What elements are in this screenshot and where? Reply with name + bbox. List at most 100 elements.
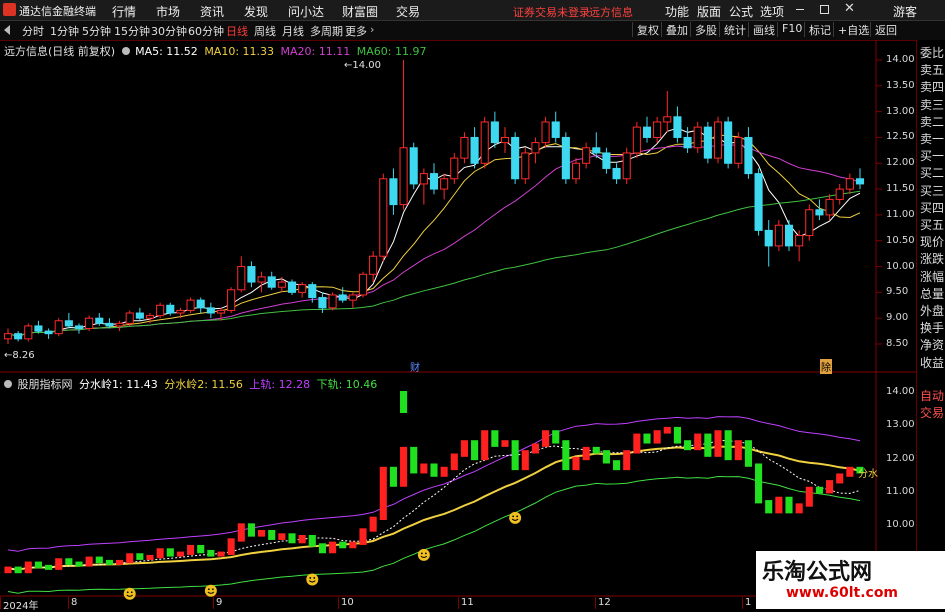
candle-body bbox=[54, 320, 63, 335]
candle-body bbox=[369, 255, 378, 275]
candle-body bbox=[724, 121, 733, 164]
candle-body bbox=[825, 198, 834, 216]
high-price-annotation: ←14.00 bbox=[344, 60, 382, 71]
smiley-eye bbox=[309, 577, 312, 579]
candle-body bbox=[328, 294, 337, 309]
candle-body bbox=[318, 297, 327, 309]
quote-field-label: 卖四 bbox=[920, 80, 945, 95]
candle-body bbox=[74, 325, 84, 330]
indicator-bar bbox=[440, 466, 448, 477]
candle-body bbox=[166, 304, 175, 314]
indicator-bar bbox=[582, 446, 590, 461]
indicator-bar bbox=[237, 523, 245, 542]
indicator-bar bbox=[197, 544, 205, 554]
watershed-1-line bbox=[7, 439, 861, 571]
candle-body bbox=[216, 309, 226, 314]
candle-body bbox=[653, 121, 662, 138]
date-tick bbox=[458, 597, 459, 609]
auto-trade-label-2[interactable]: 交易 bbox=[920, 404, 944, 421]
date-tick-label: 8 bbox=[71, 597, 78, 608]
indicator-bar bbox=[471, 440, 479, 461]
indicator-bar bbox=[775, 496, 783, 514]
smiley-signal-icon bbox=[306, 573, 319, 586]
low-price-annotation: ←8.26 bbox=[4, 350, 35, 361]
candle-body bbox=[561, 136, 570, 180]
smiley-eye bbox=[420, 552, 423, 555]
quote-field-label: 买二 bbox=[920, 166, 945, 181]
indicator-bar bbox=[592, 446, 600, 454]
sub-axis-tick-label: 12.00 bbox=[886, 452, 915, 464]
indicator-bar bbox=[258, 529, 266, 537]
watermark-url: www.60lt.com bbox=[786, 585, 899, 601]
candle-body bbox=[744, 136, 753, 175]
candle-body bbox=[642, 126, 652, 138]
candle-body bbox=[125, 312, 134, 324]
indicator-bar bbox=[227, 538, 235, 555]
indicator-bar bbox=[795, 503, 803, 514]
indicator-bar bbox=[187, 544, 195, 555]
candle-body bbox=[379, 178, 388, 257]
indicator-bar bbox=[318, 543, 326, 554]
indicator-bar bbox=[684, 440, 692, 451]
indicator-bar bbox=[755, 463, 763, 504]
quote-field-label: 涨跌 bbox=[920, 252, 945, 267]
main-axis-tick-label: 12.50 bbox=[886, 131, 915, 143]
quote-field-label: 买一 bbox=[920, 149, 945, 164]
indicator-bar bbox=[724, 430, 732, 461]
quote-field-label: 收益 bbox=[920, 355, 945, 370]
date-tick-label: 9 bbox=[216, 597, 223, 608]
indicator-bar bbox=[450, 453, 458, 471]
candle-body bbox=[3, 333, 13, 340]
candle-body bbox=[571, 162, 581, 180]
main-axis-tick-label: 14.00 bbox=[886, 54, 915, 65]
candle-body bbox=[815, 209, 824, 216]
main-axis-tick-label: 10.50 bbox=[886, 234, 915, 246]
smiley-eye bbox=[516, 515, 519, 518]
indicator-bar bbox=[14, 566, 22, 574]
date-tick-label: 12 bbox=[598, 597, 611, 608]
smiley-face bbox=[306, 573, 319, 586]
auto-trade-label-1[interactable]: 自动 bbox=[920, 387, 944, 404]
date-tick-label: 10 bbox=[341, 597, 354, 608]
candle-body bbox=[145, 315, 155, 319]
indicator-bar bbox=[410, 446, 418, 474]
quote-side-panel: 委比 卖五 卖四 卖三 卖二 卖一 买一 买二 买三 买四 买五 现价 涨跌 涨幅 总量 外盘 换手 净资 收益 自… bbox=[916, 40, 945, 609]
indicator-bar bbox=[4, 566, 12, 574]
chart-canvas[interactable] bbox=[0, 0, 945, 609]
smiley-eye bbox=[126, 591, 129, 594]
dividend-marker[interactable]: 除 bbox=[820, 359, 832, 374]
quote-field-label: 现价 bbox=[920, 235, 945, 250]
candle-body bbox=[582, 147, 591, 164]
indicator-bar bbox=[55, 558, 63, 570]
indicator-bar bbox=[329, 541, 337, 554]
date-tick-label: 11 bbox=[461, 597, 474, 608]
indicator-bar bbox=[521, 450, 529, 471]
main-axis-tick-label: 13.50 bbox=[886, 79, 915, 91]
candle-body bbox=[348, 294, 357, 301]
indicator-bar bbox=[511, 440, 519, 471]
indicator-bar bbox=[95, 556, 103, 564]
date-tick bbox=[0, 597, 1, 609]
indicator-bar bbox=[85, 556, 93, 567]
smiley-eye bbox=[211, 588, 214, 591]
quote-field-label: 净资 bbox=[920, 338, 945, 353]
indicator-bar bbox=[207, 549, 215, 557]
candle-body bbox=[14, 333, 23, 340]
candle-body bbox=[805, 209, 814, 237]
smiley-eye bbox=[512, 515, 515, 518]
indicator-bar bbox=[298, 534, 306, 544]
indicator-bar bbox=[45, 564, 53, 570]
candle-body bbox=[663, 116, 672, 123]
candle-body bbox=[845, 178, 854, 190]
candle-body bbox=[551, 121, 560, 138]
candle-body bbox=[470, 136, 479, 164]
main-axis-tick-label: 11.50 bbox=[886, 183, 915, 195]
indicator-bar bbox=[278, 533, 286, 540]
smiley-face bbox=[123, 587, 136, 600]
indicator-bar bbox=[420, 463, 428, 474]
date-tick bbox=[742, 597, 743, 609]
financial-report-marker[interactable]: 财 bbox=[410, 359, 420, 374]
candle-body bbox=[24, 325, 33, 340]
main-axis-tick-label: 9.50 bbox=[886, 286, 909, 298]
candle-body bbox=[632, 126, 641, 154]
